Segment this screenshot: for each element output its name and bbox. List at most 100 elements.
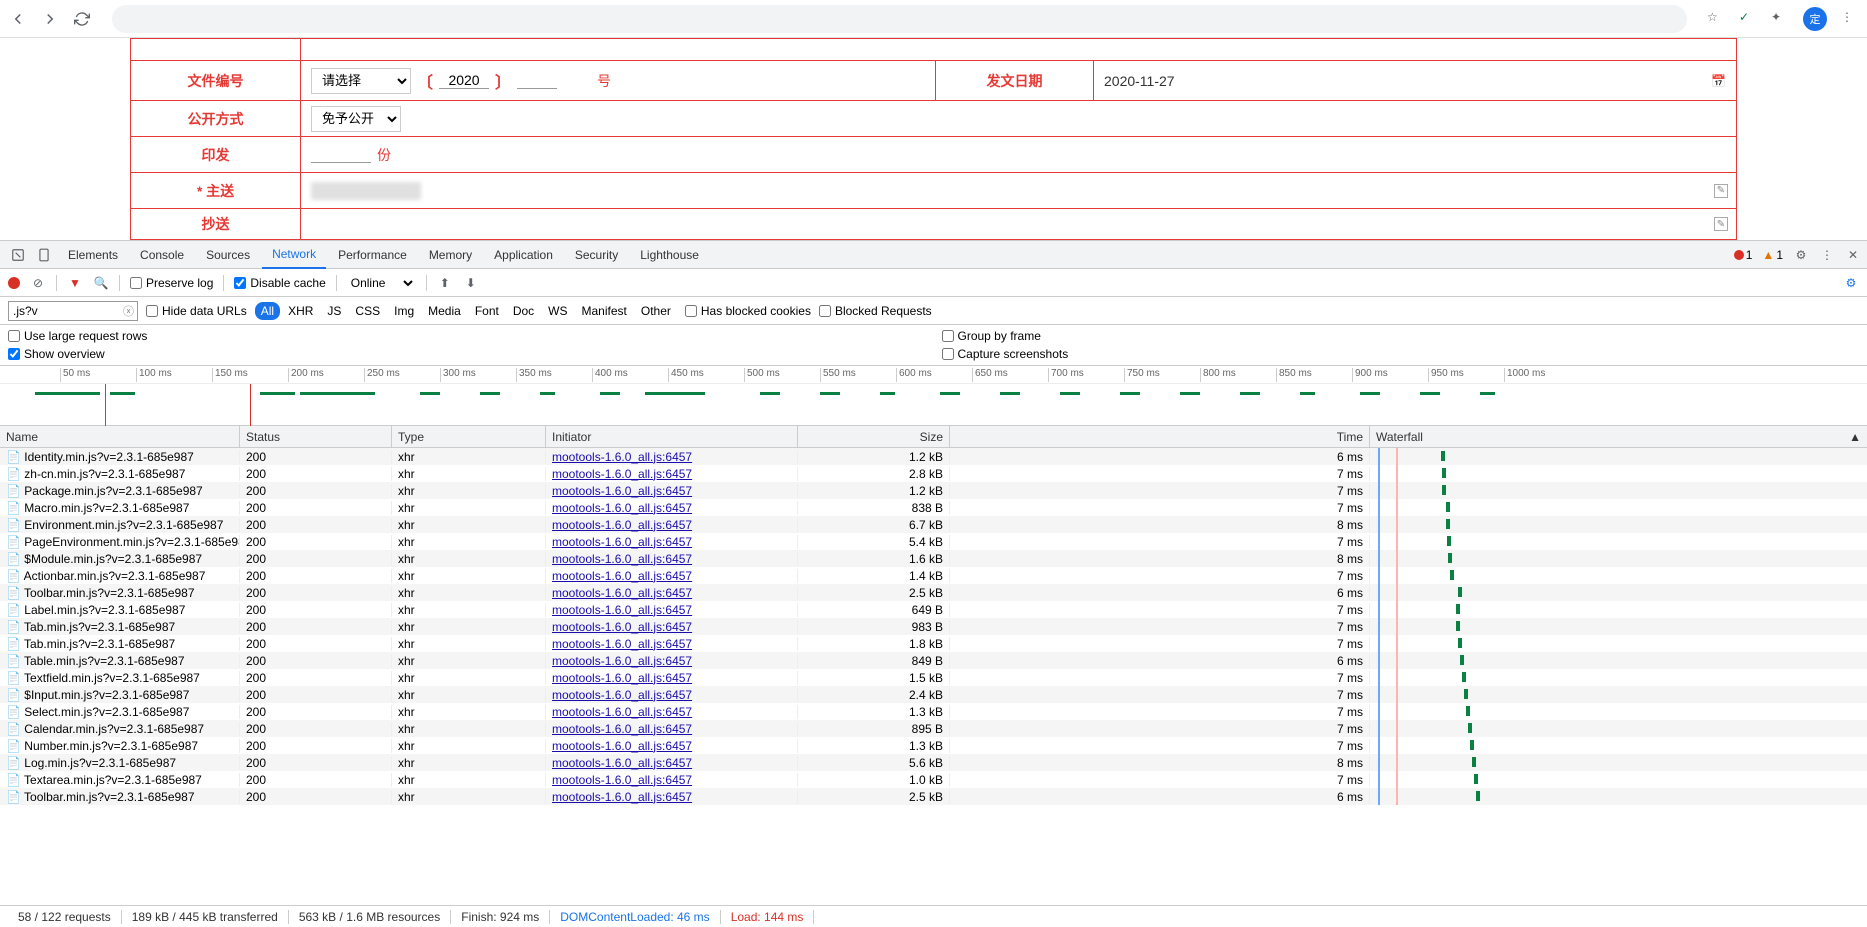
cell-initiator[interactable]: mootools-1.6.0_all.js:6457 [546,722,798,736]
filter-type-doc[interactable]: Doc [507,302,540,320]
clear-icon[interactable]: ⊘ [30,276,46,290]
devtools-tab-elements[interactable]: Elements [58,241,128,269]
network-row[interactable]: 📄 Tab.min.js?v=2.3.1-685e987200xhrmootoo… [0,635,1867,652]
record-button[interactable] [8,277,20,289]
network-row[interactable]: 📄 Textarea.min.js?v=2.3.1-685e987200xhrm… [0,771,1867,788]
device-icon[interactable] [32,248,56,262]
search-icon[interactable]: 🔍 [93,276,109,290]
preserve-log-checkbox[interactable]: Preserve log [130,276,213,290]
devtools-tab-memory[interactable]: Memory [419,241,482,269]
network-row[interactable]: 📄 Macro.min.js?v=2.3.1-685e987200xhrmoot… [0,499,1867,516]
puzzle-icon[interactable]: ✦ [1771,10,1789,28]
network-grid[interactable]: 📄 Identity.min.js?v=2.3.1-685e987200xhrm… [0,448,1867,905]
hide-data-urls-checkbox[interactable]: Hide data URLs [146,304,247,318]
network-row[interactable]: 📄 Textfield.min.js?v=2.3.1-685e987200xhr… [0,669,1867,686]
cell-initiator[interactable]: mootools-1.6.0_all.js:6457 [546,518,798,532]
filter-type-manifest[interactable]: Manifest [576,302,633,320]
devtools-tab-console[interactable]: Console [130,241,194,269]
filter-type-ws[interactable]: WS [542,302,573,320]
filter-type-font[interactable]: Font [469,302,505,320]
disable-cache-checkbox[interactable]: Disable cache [234,276,325,290]
settings-gear-icon[interactable]: ⚙ [1843,276,1859,290]
network-row[interactable]: 📄 Tab.min.js?v=2.3.1-685e987200xhrmootoo… [0,618,1867,635]
cell-initiator[interactable]: mootools-1.6.0_all.js:6457 [546,569,798,583]
filter-icon[interactable]: ▼ [67,276,83,290]
file-number-select[interactable]: 请选择 [311,68,411,94]
col-type[interactable]: Type [392,426,546,447]
cell-initiator[interactable]: mootools-1.6.0_all.js:6457 [546,552,798,566]
settings-icon[interactable]: ⚙ [1793,248,1809,262]
large-rows-checkbox[interactable]: Use large request rows [8,329,926,343]
clear-filter-icon[interactable]: ⓧ [123,303,134,319]
extension-icon[interactable]: ✓ [1739,10,1757,28]
back-button[interactable] [8,9,28,29]
col-size[interactable]: Size [798,426,950,447]
network-row[interactable]: 📄 Calendar.min.js?v=2.3.1-685e987200xhrm… [0,720,1867,737]
network-row[interactable]: 📄 $Input.min.js?v=2.3.1-685e987200xhrmoo… [0,686,1867,703]
capture-screenshots-checkbox[interactable]: Capture screenshots [942,347,1860,361]
cell-initiator[interactable]: mootools-1.6.0_all.js:6457 [546,756,798,770]
network-row[interactable]: 📄 Identity.min.js?v=2.3.1-685e987200xhrm… [0,448,1867,465]
network-row[interactable]: 📄 PageEnvironment.min.js?v=2.3.1-685e987… [0,533,1867,550]
col-status[interactable]: Status [240,426,392,447]
more-icon[interactable]: ⋮ [1819,248,1835,262]
cell-initiator[interactable]: mootools-1.6.0_all.js:6457 [546,705,798,719]
network-row[interactable]: 📄 Log.min.js?v=2.3.1-685e987200xhrmootoo… [0,754,1867,771]
upload-icon[interactable]: ⬆ [437,276,453,290]
cell-initiator[interactable]: mootools-1.6.0_all.js:6457 [546,671,798,685]
cell-initiator[interactable]: mootools-1.6.0_all.js:6457 [546,603,798,617]
warning-count[interactable]: ▲1 [1762,248,1783,262]
menu-icon[interactable]: ⋮ [1841,10,1859,28]
cell-initiator[interactable]: mootools-1.6.0_all.js:6457 [546,688,798,702]
edit-icon[interactable]: ✎ [1714,184,1728,198]
devtools-tab-performance[interactable]: Performance [328,241,417,269]
has-blocked-checkbox[interactable]: Has blocked cookies [685,304,811,318]
url-bar[interactable] [112,5,1687,33]
network-row[interactable]: 📄 Table.min.js?v=2.3.1-685e987200xhrmoot… [0,652,1867,669]
year-input[interactable] [439,72,489,89]
devtools-tab-network[interactable]: Network [262,241,326,269]
cell-initiator[interactable]: mootools-1.6.0_all.js:6457 [546,620,798,634]
col-initiator[interactable]: Initiator [546,426,798,447]
devtools-tab-lighthouse[interactable]: Lighthouse [630,241,709,269]
filter-type-css[interactable]: CSS [349,302,386,320]
network-row[interactable]: 📄 Package.min.js?v=2.3.1-685e987200xhrmo… [0,482,1867,499]
print-count-input[interactable] [311,146,371,163]
date-input[interactable] [1104,73,1726,89]
cell-initiator[interactable]: mootools-1.6.0_all.js:6457 [546,654,798,668]
filter-type-all[interactable]: All [255,302,280,320]
avatar[interactable]: 定 [1803,7,1827,31]
group-frame-checkbox[interactable]: Group by frame [942,329,1860,343]
close-icon[interactable]: ✕ [1845,248,1861,262]
col-time[interactable]: Time [950,426,1370,447]
col-waterfall[interactable]: Waterfall▲ [1370,426,1867,447]
filter-type-img[interactable]: Img [388,302,420,320]
reload-button[interactable] [72,9,92,29]
calendar-icon[interactable]: 📅 [1711,74,1726,88]
blocked-requests-checkbox[interactable]: Blocked Requests [819,304,932,318]
network-row[interactable]: 📄 $Module.min.js?v=2.3.1-685e987200xhrmo… [0,550,1867,567]
error-count[interactable]: 1 [1734,248,1753,262]
star-icon[interactable]: ☆ [1707,10,1725,28]
cell-initiator[interactable]: mootools-1.6.0_all.js:6457 [546,501,798,515]
download-icon[interactable]: ⬇ [463,276,479,290]
network-row[interactable]: 📄 Toolbar.min.js?v=2.3.1-685e987200xhrmo… [0,584,1867,601]
network-row[interactable]: 📄 zh-cn.min.js?v=2.3.1-685e987200xhrmoot… [0,465,1867,482]
filter-type-other[interactable]: Other [635,302,677,320]
cell-initiator[interactable]: mootools-1.6.0_all.js:6457 [546,586,798,600]
throttling-select[interactable]: Online [347,275,416,291]
filter-type-media[interactable]: Media [422,302,467,320]
filter-type-xhr[interactable]: XHR [282,302,319,320]
cell-initiator[interactable]: mootools-1.6.0_all.js:6457 [546,535,798,549]
forward-button[interactable] [40,9,60,29]
cell-initiator[interactable]: mootools-1.6.0_all.js:6457 [546,773,798,787]
network-row[interactable]: 📄 Label.min.js?v=2.3.1-685e987200xhrmoot… [0,601,1867,618]
cell-initiator[interactable]: mootools-1.6.0_all.js:6457 [546,484,798,498]
network-row[interactable]: 📄 Select.min.js?v=2.3.1-685e987200xhrmoo… [0,703,1867,720]
show-overview-checkbox[interactable]: Show overview [8,347,926,361]
network-row[interactable]: 📄 Environment.min.js?v=2.3.1-685e987200x… [0,516,1867,533]
doc-number-input[interactable] [517,72,557,89]
cell-initiator[interactable]: mootools-1.6.0_all.js:6457 [546,637,798,651]
filter-type-js[interactable]: JS [321,302,347,320]
cell-initiator[interactable]: mootools-1.6.0_all.js:6457 [546,790,798,804]
